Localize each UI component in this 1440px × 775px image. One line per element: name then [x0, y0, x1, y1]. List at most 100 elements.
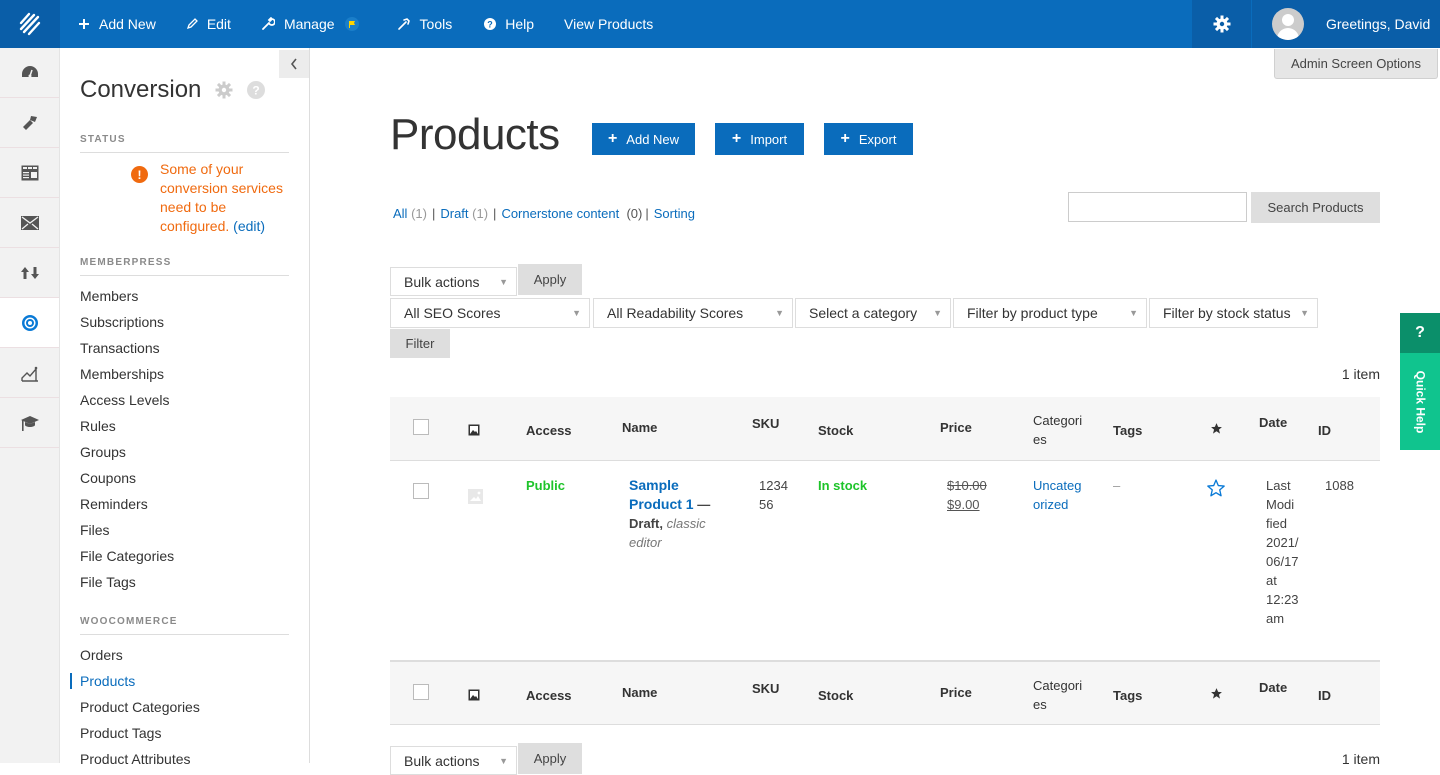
- sidebar-item-subscriptions[interactable]: Subscriptions: [80, 309, 290, 335]
- top-tools[interactable]: Tools: [397, 0, 452, 48]
- top-view-products[interactable]: View Products: [564, 0, 653, 48]
- category-filter[interactable]: Select a category ▼: [795, 298, 951, 328]
- sidebar-item-file-categories[interactable]: File Categories: [80, 543, 290, 569]
- column-name[interactable]: Name: [622, 683, 657, 702]
- top-edit[interactable]: Edit: [186, 0, 231, 48]
- row-checkbox[interactable]: [413, 483, 429, 499]
- main-content: Products + Add New + Import + Export All (1…: [390, 48, 1380, 775]
- search-input[interactable]: [1068, 192, 1247, 222]
- warning-icon: !: [131, 166, 148, 183]
- access-value: Public: [526, 478, 566, 493]
- sidebar-item-product-tags[interactable]: Product Tags: [80, 720, 290, 746]
- memberpress-heading: MEMBERPRESS: [80, 257, 289, 276]
- gear-icon[interactable]: [215, 81, 233, 99]
- status-edit-link[interactable]: (edit): [233, 218, 265, 234]
- sidebar-item-members[interactable]: Members: [80, 283, 290, 309]
- sidebar-item-memberships[interactable]: Memberships: [80, 361, 290, 387]
- collapse-sidebar-button[interactable]: [279, 50, 309, 78]
- column-tags: Tags: [1113, 688, 1143, 703]
- id-value: 1088: [1325, 478, 1354, 493]
- table-header: Access Name SKU Stock Price Categori es …: [390, 397, 1380, 461]
- rail-dashboard[interactable]: [0, 48, 59, 98]
- rail-transfer[interactable]: [0, 248, 59, 298]
- help-icon[interactable]: ?: [247, 81, 266, 99]
- apply-button[interactable]: Apply: [518, 264, 582, 295]
- quick-help-tab[interactable]: Quick Help: [1400, 353, 1440, 450]
- column-price[interactable]: Price: [940, 683, 972, 702]
- top-add-new[interactable]: Add New: [78, 0, 156, 48]
- view-all[interactable]: All: [393, 206, 407, 221]
- sidebar-item-rules[interactable]: Rules: [80, 413, 290, 439]
- column-access[interactable]: Access: [526, 686, 572, 705]
- import-button[interactable]: + Import: [715, 123, 804, 155]
- sidebar: Conversion ? STATUS ! Some of your conve…: [60, 48, 310, 767]
- featured-column-icon[interactable]: [1210, 422, 1223, 440]
- quick-help-icon[interactable]: ?: [1400, 313, 1440, 353]
- sidebar-item-groups[interactable]: Groups: [80, 439, 290, 465]
- star-outline-icon: [1207, 479, 1225, 497]
- table-footer: Access Name SKU Stock Price Categori es …: [390, 661, 1380, 725]
- dropdown-arrow-icon: ▼: [572, 308, 581, 318]
- rail-reports[interactable]: [0, 348, 59, 398]
- rail-layout[interactable]: [0, 148, 59, 198]
- sidebar-item-reminders[interactable]: Reminders: [80, 491, 290, 517]
- rail-design[interactable]: [0, 98, 59, 148]
- category-link[interactable]: Uncateg orized: [1033, 476, 1093, 514]
- apply-button-bottom[interactable]: Apply: [518, 743, 582, 774]
- product-thumbnail-placeholder[interactable]: [468, 489, 483, 509]
- product-name-link[interactable]: Sample Product 1: [629, 477, 694, 512]
- export-button[interactable]: + Export: [824, 123, 913, 155]
- item-count-bottom: 1 item: [1341, 751, 1380, 767]
- column-sku[interactable]: SKU: [752, 679, 779, 698]
- item-count: 1 item: [1341, 366, 1380, 382]
- top-manage-label: Manage: [283, 16, 335, 32]
- select-all-checkbox-footer[interactable]: [413, 684, 429, 700]
- sidebar-item-products[interactable]: Products: [70, 668, 290, 694]
- dropdown-arrow-icon: ▼: [1300, 308, 1309, 318]
- featured-column-icon[interactable]: [1210, 687, 1223, 705]
- seo-score-filter[interactable]: All SEO Scores ▼: [390, 298, 590, 328]
- add-new-button[interactable]: + Add New: [592, 123, 695, 155]
- readability-filter[interactable]: All Readability Scores ▼: [593, 298, 793, 328]
- stock-status-filter[interactable]: Filter by stock status ▼: [1149, 298, 1318, 328]
- column-stock: Stock: [818, 423, 854, 438]
- sidebar-item-transactions[interactable]: Transactions: [80, 335, 290, 361]
- bulk-actions-select[interactable]: Bulk actions ▼: [390, 267, 517, 296]
- bulk-actions-select-bottom[interactable]: Bulk actions ▼: [390, 746, 517, 775]
- settings-button[interactable]: [1192, 0, 1252, 48]
- rail-courses[interactable]: [0, 398, 59, 448]
- rail-conversion[interactable]: [0, 298, 59, 348]
- sidebar-item-product-attributes[interactable]: Product Attributes: [80, 746, 290, 772]
- featured-star-toggle[interactable]: [1206, 478, 1226, 503]
- user-menu[interactable]: Greetings, David: [1252, 0, 1440, 48]
- logo[interactable]: [0, 0, 60, 48]
- sidebar-item-file-tags[interactable]: File Tags: [80, 569, 290, 595]
- column-name[interactable]: Name: [622, 418, 657, 437]
- rail-email[interactable]: [0, 198, 59, 248]
- sidebar-item-orders[interactable]: Orders: [80, 642, 290, 668]
- add-new-label: Add New: [626, 131, 680, 147]
- sidebar-item-product-categories[interactable]: Product Categories: [80, 694, 290, 720]
- view-sorting[interactable]: Sorting: [654, 206, 695, 221]
- woocommerce-menu: Orders Products Product Categories Produ…: [70, 642, 290, 772]
- sidebar-item-coupons[interactable]: Coupons: [80, 465, 290, 491]
- column-id[interactable]: ID: [1318, 686, 1331, 705]
- column-access[interactable]: Access: [526, 421, 572, 440]
- search-products-button[interactable]: Search Products: [1251, 192, 1380, 223]
- view-draft[interactable]: Draft: [440, 206, 468, 221]
- column-id[interactable]: ID: [1318, 421, 1331, 440]
- column-date[interactable]: Date: [1259, 413, 1287, 432]
- sidebar-item-access-levels[interactable]: Access Levels: [80, 387, 290, 413]
- product-type-filter[interactable]: Filter by product type ▼: [953, 298, 1147, 328]
- filter-button[interactable]: Filter: [390, 329, 450, 358]
- sidebar-item-files[interactable]: Files: [80, 517, 290, 543]
- column-price[interactable]: Price: [940, 418, 972, 437]
- image-column-icon: [468, 688, 480, 706]
- top-manage[interactable]: Manage: [261, 0, 359, 48]
- top-help[interactable]: ? Help: [484, 0, 534, 48]
- view-cornerstone[interactable]: Cornerstone content: [501, 206, 619, 221]
- column-date[interactable]: Date: [1259, 678, 1287, 697]
- column-sku[interactable]: SKU: [752, 414, 779, 433]
- select-all-checkbox[interactable]: [413, 419, 429, 435]
- top-add-new-label: Add New: [99, 16, 156, 32]
